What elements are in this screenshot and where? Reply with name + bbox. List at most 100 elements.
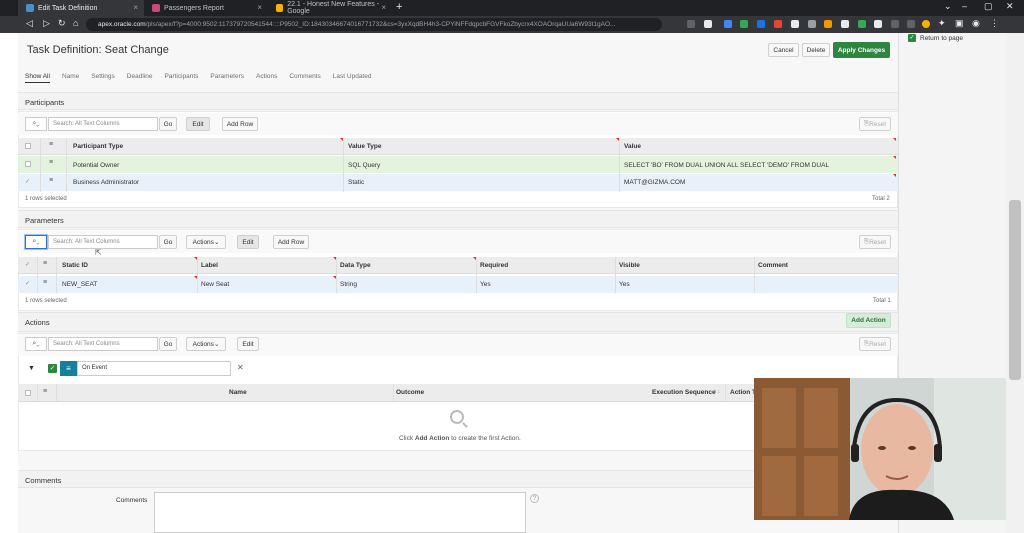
column-header[interactable]: Participant Type	[73, 143, 123, 150]
tab-deadline[interactable]: Deadline	[127, 73, 153, 83]
value-type-cell[interactable]: Static	[348, 179, 364, 186]
column-header[interactable]: Visible	[619, 262, 640, 269]
avatar-icon[interactable]: ◉	[972, 18, 980, 29]
add-row-button[interactable]: Add Row	[222, 117, 258, 131]
go-button[interactable]: Go	[159, 117, 177, 131]
data-type-cell[interactable]: String	[340, 281, 357, 288]
actions-menu-button[interactable]: Actions ⌄	[186, 337, 226, 351]
extensions-icon[interactable]: ✦	[938, 18, 946, 29]
column-header[interactable]: Value	[624, 143, 641, 150]
row-checkbox[interactable]	[25, 161, 31, 167]
tab-settings[interactable]: Settings	[91, 73, 115, 83]
reset-button[interactable]: ⎘ Reset	[859, 337, 891, 351]
extension-icon[interactable]	[808, 20, 816, 28]
close-icon[interactable]: ×	[381, 3, 386, 12]
value-cell[interactable]: SELECT 'BO' FROM DUAL UNION ALL SELECT '…	[624, 162, 829, 169]
edit-button[interactable]: Edit	[237, 337, 259, 351]
tab-google-slides[interactable]: 22.1 - Honest New Features - Google ×	[268, 0, 392, 16]
cancel-button[interactable]: Cancel	[768, 43, 799, 57]
table-row[interactable]	[18, 174, 898, 191]
participants-search-input[interactable]: Search: All Text Columns	[48, 117, 158, 131]
table-row[interactable]	[18, 276, 898, 293]
search-column-icon[interactable]: ⌕⌄	[25, 117, 47, 131]
column-header[interactable]: Required	[480, 262, 508, 269]
home-icon[interactable]: ⌂	[73, 18, 78, 28]
collapse-triangle-icon[interactable]: ▼	[28, 365, 35, 372]
participant-type-cell[interactable]: Business Administrator	[73, 179, 139, 186]
chevron-down-icon[interactable]: ⌄	[944, 1, 952, 12]
search-column-icon[interactable]: ⌕⌄	[25, 235, 47, 249]
extension-icon[interactable]	[774, 20, 782, 28]
column-header[interactable]: Data Type	[340, 262, 371, 269]
extension-icon[interactable]	[874, 20, 882, 28]
add-row-button[interactable]: Add Row	[273, 235, 309, 249]
delete-button[interactable]: Delete	[802, 43, 830, 57]
search-column-icon[interactable]: ⌕⌄	[25, 337, 47, 351]
extension-icon[interactable]	[757, 20, 765, 28]
forward-icon[interactable]: ▷	[43, 18, 50, 29]
apply-changes-button[interactable]: Apply Changes	[833, 42, 890, 58]
column-header[interactable]: Comment	[758, 262, 788, 269]
edit-button[interactable]: Edit	[237, 235, 259, 249]
tab-passengers-report[interactable]: Passengers Report ×	[144, 0, 268, 16]
scrollbar-thumb[interactable]	[1009, 200, 1021, 380]
tab-show-all[interactable]: Show All	[25, 73, 50, 83]
minimize-icon[interactable]: –	[962, 1, 967, 11]
actions-menu-button[interactable]: Actions ⌄	[186, 235, 226, 249]
add-action-button[interactable]: Add Action	[846, 313, 891, 328]
reload-icon[interactable]: ↻	[58, 18, 66, 29]
sidebar-icon[interactable]: ▣	[955, 18, 964, 29]
go-button[interactable]: Go	[159, 337, 177, 351]
parameters-search-input[interactable]: Search: All Text Columns	[48, 235, 158, 249]
extension-icon[interactable]	[891, 20, 899, 28]
close-icon[interactable]: ×	[133, 3, 138, 12]
filter-label[interactable]: On Event	[77, 361, 231, 376]
empty-add-action-link[interactable]: Add Action	[415, 435, 449, 442]
comments-textarea[interactable]	[154, 492, 526, 533]
row-actions-icon[interactable]: ≡	[49, 141, 53, 148]
url-input[interactable]: apex.oracle.com/pls/apex/f?p=4000:9502:1…	[86, 18, 662, 31]
help-icon[interactable]: ?	[530, 494, 539, 503]
extension-icon[interactable]	[704, 20, 712, 28]
maximize-icon[interactable]: ▢	[984, 1, 993, 12]
tab-name[interactable]: Name	[62, 73, 79, 83]
tab-participants[interactable]: Participants	[164, 73, 198, 83]
actions-search-input[interactable]: Search: All Text Columns	[48, 337, 158, 351]
select-all-checkmark-icon[interactable]: ✓	[25, 261, 30, 268]
extension-icon[interactable]	[724, 20, 732, 28]
reset-button[interactable]: ⎘ Reset	[859, 235, 891, 249]
row-actions-icon[interactable]: ≡	[43, 260, 47, 267]
extension-icon[interactable]	[858, 20, 866, 28]
close-window-icon[interactable]: ✕	[1006, 1, 1014, 12]
extension-icon[interactable]	[824, 20, 832, 28]
select-all-checkbox[interactable]	[25, 390, 31, 396]
tab-comments[interactable]: Comments	[289, 73, 320, 83]
column-header[interactable]: Outcome	[396, 389, 424, 396]
participant-type-cell[interactable]: Potential Owner	[73, 162, 119, 169]
row-selected-checkmark-icon[interactable]: ✓	[25, 178, 30, 185]
value-type-cell[interactable]: SQL Query	[348, 162, 380, 169]
new-tab-icon[interactable]: +	[396, 1, 402, 13]
label-cell[interactable]: New Seat	[201, 281, 229, 288]
row-actions-icon[interactable]: ≡	[43, 279, 47, 286]
tab-parameters[interactable]: Parameters	[210, 73, 244, 83]
close-icon[interactable]: ×	[257, 3, 262, 12]
required-cell[interactable]: Yes	[480, 281, 491, 288]
return-to-page-toggle[interactable]: ✓ Return to page	[908, 34, 963, 42]
tab-actions[interactable]: Actions	[256, 73, 277, 83]
remove-filter-icon[interactable]: ✕	[237, 363, 244, 372]
go-button[interactable]: Go	[159, 235, 177, 249]
row-actions-icon[interactable]: ≡	[43, 388, 47, 395]
column-header[interactable]: Static ID	[62, 262, 88, 269]
column-header[interactable]: Name	[229, 389, 247, 396]
sort-icon[interactable]: ↑↓	[714, 388, 721, 395]
column-header[interactable]: Execution Sequence	[652, 389, 716, 396]
extension-icon[interactable]	[791, 20, 799, 28]
column-header[interactable]: Action T	[730, 389, 756, 396]
visible-cell[interactable]: Yes	[619, 281, 630, 288]
back-icon[interactable]: ◁	[26, 18, 33, 29]
extension-icon[interactable]	[687, 20, 695, 28]
static-id-cell[interactable]: NEW_SEAT	[62, 281, 97, 288]
filter-enabled-checkbox[interactable]: ✓	[48, 364, 57, 373]
column-header[interactable]: Label	[201, 262, 218, 269]
